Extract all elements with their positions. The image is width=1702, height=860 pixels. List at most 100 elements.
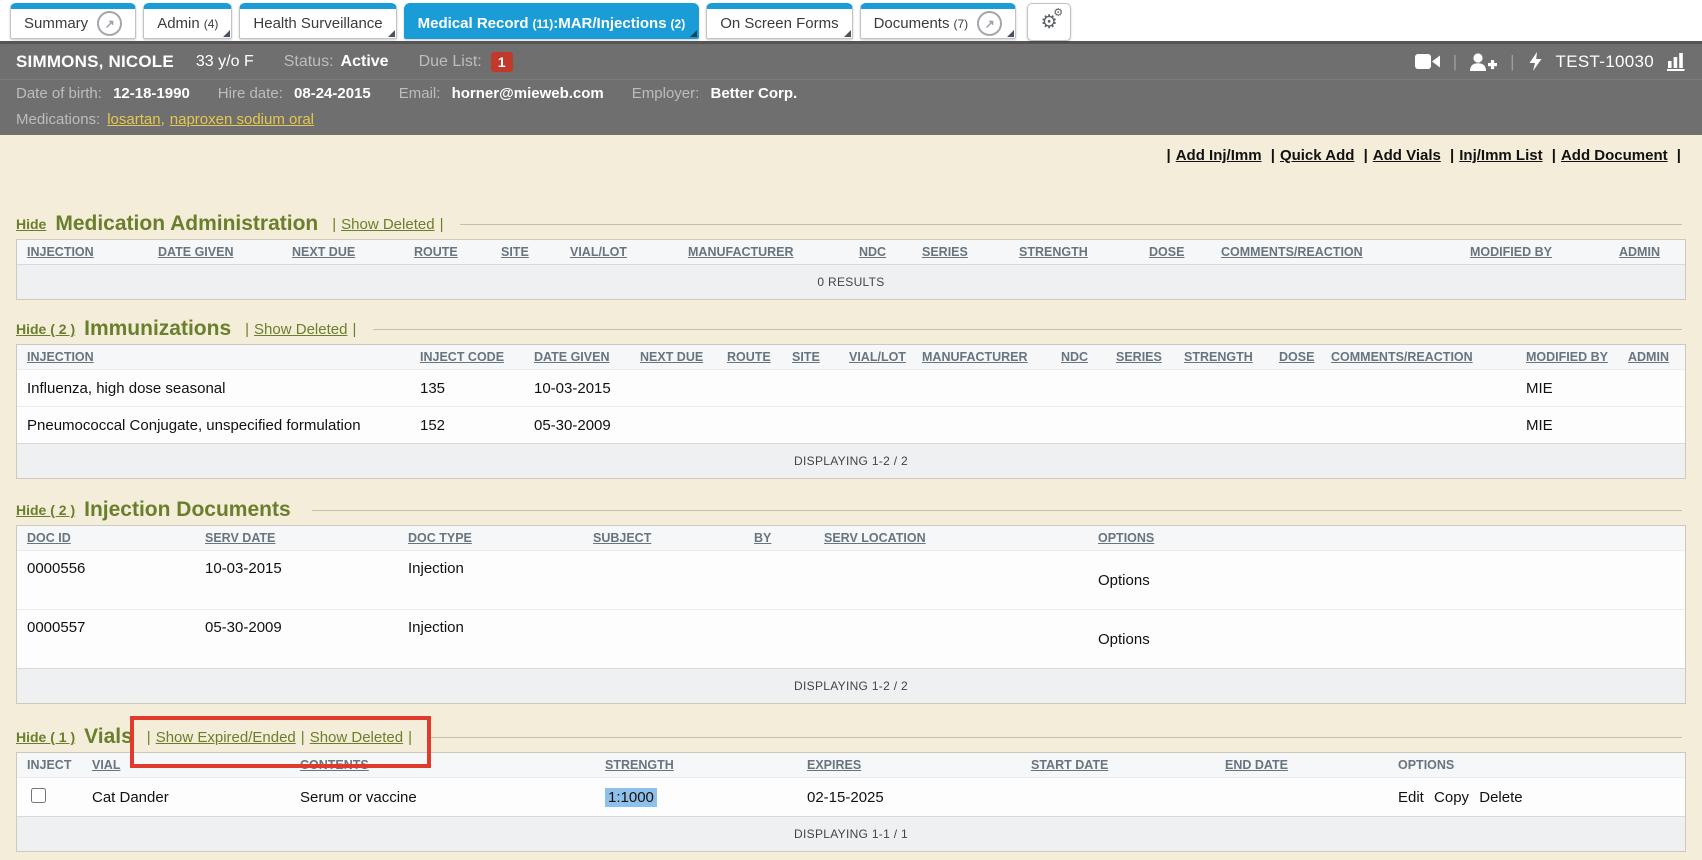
col-route[interactable]: ROUTE [414, 240, 501, 265]
col-injection[interactable]: INJECTION [17, 240, 158, 265]
flowsheet-chart-icon[interactable] [1667, 52, 1686, 71]
email-label: Email: [399, 85, 441, 102]
col-route[interactable]: ROUTE [727, 345, 792, 370]
col-dose[interactable]: DOSE [1279, 345, 1331, 370]
selected-text: 1:1000 [605, 788, 657, 807]
document-options-link[interactable]: Options [1098, 610, 1685, 669]
col-strength[interactable]: STRENGTH [1184, 345, 1279, 370]
tab-health-surveillance[interactable]: Health Surveillance [239, 3, 396, 39]
cell-expires: 02-15-2025 [807, 778, 1031, 817]
col-options[interactable]: OPTIONS [1098, 526, 1685, 551]
col-subject[interactable]: SUBJECT [593, 526, 754, 551]
col-date-given[interactable]: DATE GIVEN [158, 240, 292, 265]
quick-add-link[interactable]: Quick Add [1280, 147, 1354, 164]
col-by[interactable]: BY [754, 526, 824, 551]
col-expires[interactable]: EXPIRES [807, 753, 1031, 778]
section-rule [429, 737, 1682, 738]
col-strength[interactable]: STRENGTH [605, 753, 807, 778]
col-inject-code[interactable]: INJECT CODE [420, 345, 534, 370]
col-site[interactable]: SITE [501, 240, 570, 265]
tab-admin[interactable]: Admin (4) [143, 3, 232, 39]
col-vial-lot[interactable]: VIAL/LOT [849, 345, 922, 370]
tab-summary[interactable]: Summary ↗ [10, 3, 136, 39]
col-manufacturer[interactable]: MANUFACTURER [688, 240, 859, 265]
med-admin-hide-link[interactable]: Hide [16, 216, 46, 232]
injection-documents-hide-link[interactable]: Hide ( 2 ) [16, 502, 75, 518]
cell-modified-by: MIE [1526, 407, 1628, 444]
col-next-due[interactable]: NEXT DUE [640, 345, 727, 370]
col-serv-date[interactable]: SERV DATE [205, 526, 408, 551]
documents-popout-icon[interactable]: ↗ [977, 11, 1002, 36]
col-ndc[interactable]: NDC [1061, 345, 1116, 370]
settings-button[interactable]: ⚙ ⚙ [1027, 3, 1071, 41]
col-date-given[interactable]: DATE GIVEN [534, 345, 640, 370]
col-next-due[interactable]: NEXT DUE [292, 240, 414, 265]
medication-link[interactable]: naproxen sodium oral [170, 111, 314, 128]
col-series[interactable]: SERIES [922, 240, 1019, 265]
copy-link[interactable]: Copy [1434, 789, 1469, 806]
col-serv-location[interactable]: SERV LOCATION [824, 526, 1098, 551]
video-call-icon[interactable] [1415, 54, 1440, 69]
dob-value: 12-18-1990 [113, 85, 190, 102]
cell-doc-type: Injection [408, 551, 593, 610]
add-document-link[interactable]: Add Document [1561, 147, 1668, 164]
col-comments-reaction[interactable]: COMMENTS/REACTION [1221, 240, 1470, 265]
col-strength[interactable]: STRENGTH [1019, 240, 1149, 265]
results-band: 0 RESULTS [17, 265, 1685, 300]
col-contents[interactable]: CONTENTS [300, 753, 605, 778]
immunizations-title: Immunizations [84, 317, 231, 341]
delete-link[interactable]: Delete [1479, 789, 1522, 806]
lightning-bolt-icon[interactable] [1528, 52, 1543, 71]
col-modified-by[interactable]: MODIFIED BY [1470, 240, 1619, 265]
results-band: DISPLAYING 1-2 / 2 [17, 669, 1685, 704]
immunizations-show-deleted-link[interactable]: Show Deleted [254, 321, 347, 338]
cell-doc-id: 0000556 [17, 551, 205, 610]
vial-row: Cat Dander Serum or vaccine 1:1000 02-15… [17, 778, 1685, 817]
tab-documents[interactable]: Documents (7) ↗ [860, 3, 1017, 39]
col-inject: INJECT [17, 753, 92, 778]
col-injection[interactable]: INJECTION [17, 345, 420, 370]
document-options-link[interactable]: Options [1098, 551, 1685, 610]
medication-link[interactable]: losartan [107, 111, 160, 128]
immunization-row: Pneumococcal Conjugate, unspecified form… [17, 407, 1685, 444]
col-end-date[interactable]: END DATE [1225, 753, 1398, 778]
col-manufacturer[interactable]: MANUFACTURER [922, 345, 1061, 370]
col-doc-type[interactable]: DOC TYPE [408, 526, 593, 551]
patient-age-sex: 33 y/o F [196, 53, 254, 71]
gear-small-icon: ⚙ [1053, 8, 1063, 19]
tab-medical-record[interactable]: Medical Record (11) :MAR/Injections (2) [404, 3, 700, 39]
vials-hide-link[interactable]: Hide ( 1 ) [16, 729, 75, 745]
cell-options: Edit Copy Delete [1398, 778, 1685, 817]
injection-documents-title: Injection Documents [84, 498, 291, 522]
vials-table: INJECT VIAL CONTENTS STRENGTH EXPIRES ST… [16, 752, 1686, 852]
show-expired-ended-link[interactable]: Show Expired/Ended [156, 729, 296, 746]
col-vial-lot[interactable]: VIAL/LOT [570, 240, 688, 265]
col-vial[interactable]: VIAL [92, 753, 300, 778]
vial-inject-checkbox[interactable] [31, 788, 46, 803]
col-doc-id[interactable]: DOC ID [17, 526, 205, 551]
add-inj-imm-link[interactable]: Add Inj/Imm [1176, 147, 1262, 164]
add-user-icon[interactable] [1470, 53, 1497, 71]
summary-popout-icon[interactable]: ↗ [97, 11, 122, 36]
inj-imm-list-link[interactable]: Inj/Imm List [1459, 147, 1542, 164]
medication-administration-table: INJECTION DATE GIVEN NEXT DUE ROUTE SITE… [16, 239, 1686, 300]
med-admin-show-deleted-link[interactable]: Show Deleted [341, 216, 434, 233]
tab-on-screen-forms[interactable]: On Screen Forms [706, 3, 852, 39]
col-site[interactable]: SITE [792, 345, 849, 370]
col-ndc[interactable]: NDC [859, 240, 922, 265]
add-vials-link[interactable]: Add Vials [1373, 147, 1441, 164]
col-start-date[interactable]: START DATE [1031, 753, 1225, 778]
col-modified-by[interactable]: MODIFIED BY [1526, 345, 1628, 370]
col-dose[interactable]: DOSE [1149, 240, 1221, 265]
vials-show-deleted-link[interactable]: Show Deleted [310, 729, 403, 746]
immunizations-hide-link[interactable]: Hide ( 2 ) [16, 321, 75, 337]
col-admin[interactable]: ADMIN [1619, 240, 1685, 265]
col-series[interactable]: SERIES [1116, 345, 1184, 370]
cell-modified-by: MIE [1526, 370, 1628, 407]
due-list-badge[interactable]: 1 [491, 52, 513, 72]
vials-title: Vials [84, 725, 133, 749]
edit-link[interactable]: Edit [1398, 789, 1424, 806]
col-admin[interactable]: ADMIN [1628, 345, 1685, 370]
cell-injection: Pneumococcal Conjugate, unspecified form… [17, 407, 420, 444]
col-comments-reaction[interactable]: COMMENTS/REACTION [1331, 345, 1526, 370]
